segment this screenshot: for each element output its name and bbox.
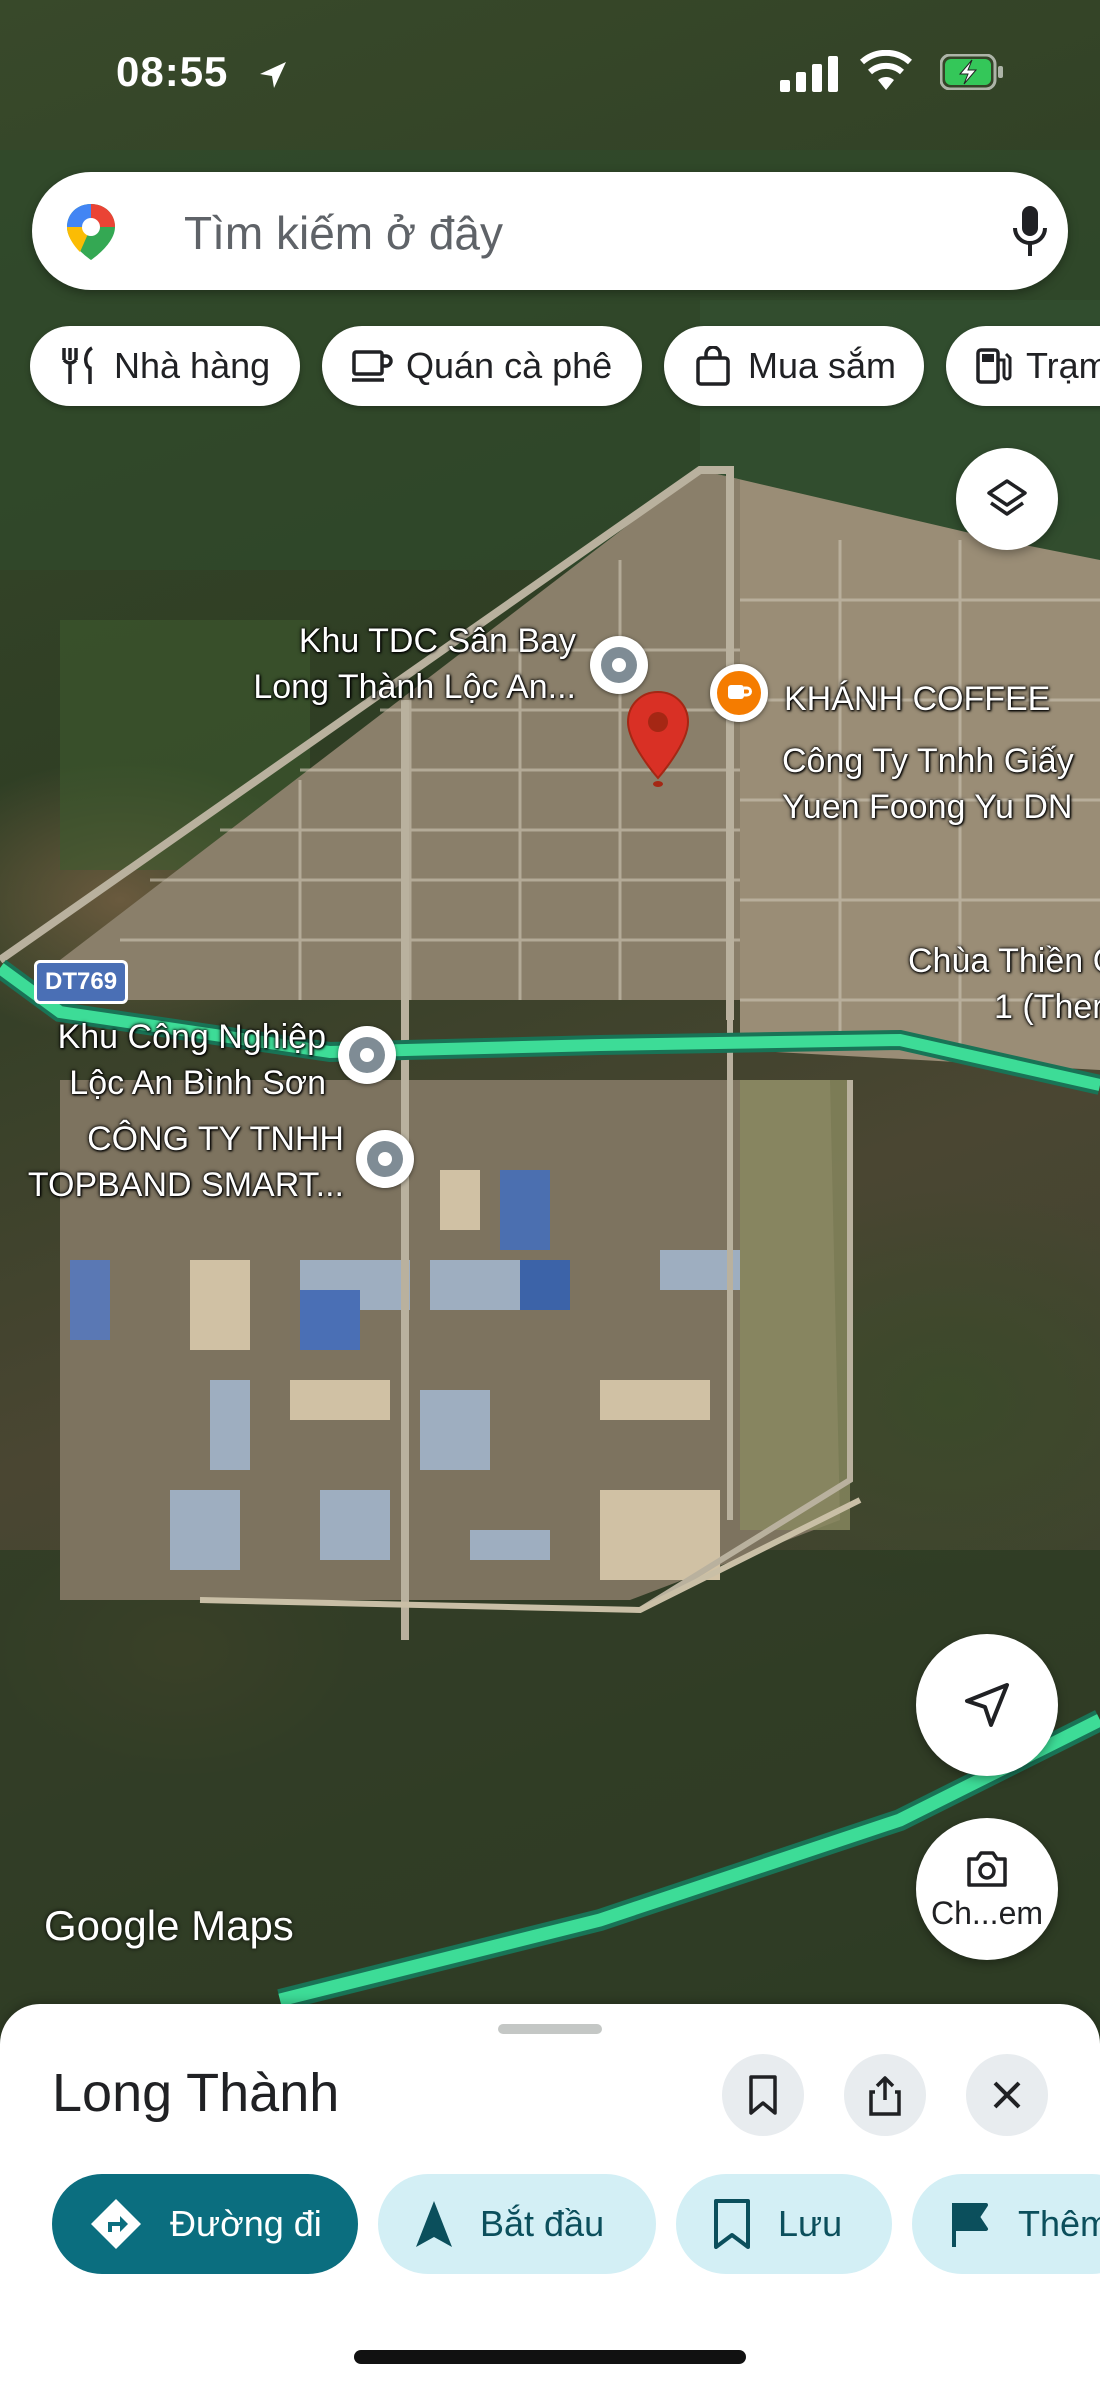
flag-icon [952, 2203, 988, 2247]
poi-label-industrial-park[interactable]: Khu Công Nghiệp Lộc An Bình Sơn [36, 1014, 326, 1106]
my-location-button[interactable] [916, 1634, 1058, 1776]
more-label: Thêm [1018, 2203, 1100, 2244]
wifi-icon [860, 50, 912, 90]
category-chips: Nhà hàng Quán cà phê Mua sắm Trạm [0, 326, 1100, 406]
start-label: Bắt đầu [480, 2203, 605, 2244]
navigation-arrow-icon [965, 1683, 1009, 1727]
search-bar[interactable]: Tìm kiếm ở đây [32, 172, 1068, 290]
poi-label-line: Lộc An Bình Sơn [69, 1064, 326, 1102]
road-shield-dt769: DT769 [34, 960, 129, 1004]
search-input[interactable]: Tìm kiếm ở đây [184, 206, 503, 260]
status-bar: 08:55 [0, 0, 1100, 150]
poi-label-topband[interactable]: CÔNG TY TNHH TOPBAND SMART... [26, 1116, 344, 1208]
coffee-poi-marker[interactable] [710, 664, 768, 722]
share-button[interactable] [844, 2054, 926, 2136]
camera-button-label: Ch...em [930, 1894, 1044, 1931]
poi-label-line: Khu Công Nghiệp [57, 1018, 326, 1056]
poi-marker-industrial-park[interactable] [338, 1026, 396, 1084]
poi-label-line: Khu TDC Sân Bay [298, 622, 576, 660]
poi-label-line: CÔNG TY TNHH [87, 1120, 344, 1158]
chip-shopping[interactable]: Mua sắm [664, 326, 924, 406]
camera-search-button[interactable]: Ch...em [916, 1818, 1058, 1960]
location-arrow-icon [260, 62, 286, 88]
coffee-cup-icon [728, 685, 752, 699]
gas-station-icon [976, 348, 1012, 384]
shopping-bag-icon [696, 346, 730, 386]
save-button[interactable]: Lưu [676, 2174, 892, 2274]
bookmark-icon [714, 2199, 750, 2249]
google-maps-pin-logo-icon [67, 204, 115, 260]
poi-label-line: Công Ty Tnhh Giấy [782, 742, 1074, 780]
save-bookmark-button[interactable] [722, 2054, 804, 2136]
directions-button[interactable]: Đường đi [52, 2174, 358, 2274]
chip-coffee[interactable]: Quán cà phê [322, 326, 642, 406]
home-indicator[interactable] [354, 2350, 746, 2364]
sheet-drag-handle[interactable] [498, 2024, 602, 2034]
share-icon [869, 2076, 901, 2116]
place-title: Long Thành [52, 2063, 340, 2123]
layers-icon [987, 479, 1027, 516]
status-time: 08:55 [116, 48, 229, 95]
add-label-button[interactable]: Thêm [912, 2174, 1100, 2274]
chip-gas-station[interactable]: Trạm [946, 326, 1100, 406]
chip-label: Mua sắm [748, 345, 897, 386]
poi-label-line: Yuen Foong Yu DN [782, 788, 1073, 826]
close-button[interactable] [966, 2054, 1048, 2136]
poi-marker-topband[interactable] [356, 1130, 414, 1188]
close-icon [993, 2081, 1021, 2109]
bookmark-icon [749, 2075, 777, 2115]
selected-location-pin-icon[interactable] [626, 690, 690, 790]
poi-label-line: Chùa Thiền C [908, 942, 1100, 980]
directions-label: Đường đi [170, 2203, 322, 2244]
cellular-signal-icon [780, 56, 838, 92]
poi-label-line: 1 (Ther [994, 988, 1100, 1026]
poi-marker-tdc[interactable] [590, 636, 648, 694]
poi-label-line: TOPBAND SMART... [27, 1166, 344, 1204]
google-maps-watermark: Google Maps [44, 1902, 294, 1949]
battery-charging-icon [940, 54, 1003, 90]
poi-label-tdc[interactable]: Khu TDC Sân Bay Long Thành Lộc An... [246, 618, 576, 710]
poi-label-paper-company[interactable]: Công Ty Tnhh Giấy Yuen Foong Yu DN [782, 738, 1074, 830]
coffee-icon [352, 350, 393, 382]
chip-label: Trạm [1026, 345, 1100, 386]
save-label: Lưu [778, 2203, 843, 2244]
poi-label-temple[interactable]: Chùa Thiền C 1 (Ther [908, 938, 1100, 1030]
poi-label-line: Long Thành Lộc An... [253, 668, 576, 706]
restaurant-icon [62, 346, 94, 384]
microphone-icon[interactable] [1012, 204, 1048, 258]
navigation-arrow-icon [416, 2201, 452, 2247]
camera-icon [967, 1850, 1007, 1887]
start-navigation-button[interactable]: Bắt đầu [378, 2174, 656, 2274]
chip-label: Nhà hàng [114, 345, 271, 386]
directions-icon [91, 2199, 141, 2249]
poi-label-coffee[interactable]: KHÁNH COFFEE [784, 676, 1050, 722]
place-bottom-sheet[interactable]: Long Thành Đường đi Bắt đầu Lưu Thêm [0, 2004, 1100, 2384]
chip-label: Quán cà phê [406, 345, 613, 386]
layers-button[interactable] [956, 448, 1058, 550]
chip-restaurants[interactable]: Nhà hàng [30, 326, 300, 406]
